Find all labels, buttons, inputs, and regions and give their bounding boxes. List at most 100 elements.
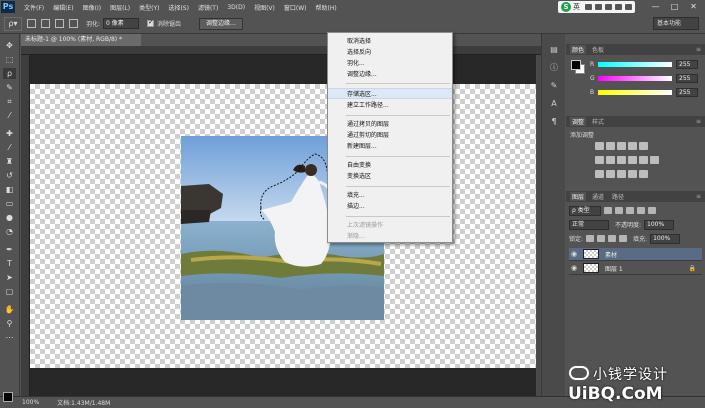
tab-layers[interactable]: 图层 bbox=[570, 192, 587, 201]
opacity-input[interactable]: 100% bbox=[644, 219, 675, 230]
brush-tool-icon[interactable]: ⁄ bbox=[3, 142, 16, 153]
green-value-input[interactable]: 255 bbox=[676, 74, 698, 83]
shape-filter-icon[interactable] bbox=[637, 207, 645, 214]
menu-layer[interactable]: 图层(L) bbox=[110, 3, 130, 12]
sogou-ime-icon[interactable]: S bbox=[561, 2, 571, 12]
more-tools-icon[interactable]: ⋯ bbox=[3, 332, 16, 343]
clone-stamp-tool-icon[interactable]: ♜ bbox=[3, 156, 16, 167]
history-brush-tool-icon[interactable]: ↺ bbox=[3, 170, 16, 181]
layer-row[interactable]: ◉ 图层 1 🔒 bbox=[569, 262, 702, 275]
channel-mixer-icon[interactable] bbox=[639, 156, 648, 164]
tab-channels[interactable]: 通道 bbox=[590, 192, 606, 201]
keyboard-icon[interactable] bbox=[605, 4, 612, 10]
red-value-input[interactable]: 255 bbox=[676, 60, 698, 69]
menu-item-make-work-path[interactable]: 建立工作路径... bbox=[328, 100, 452, 111]
adjustment-filter-icon[interactable] bbox=[615, 207, 623, 214]
blend-mode-select[interactable]: 正常 bbox=[569, 219, 609, 230]
document-size[interactable]: 文档:1.43M/1.48M bbox=[57, 398, 110, 407]
subtract-selection-icon[interactable] bbox=[55, 19, 64, 28]
close-button[interactable]: ✕ bbox=[684, 1, 703, 12]
smart-object-filter-icon[interactable] bbox=[648, 207, 656, 214]
menu-3d[interactable]: 3D(D) bbox=[227, 4, 245, 11]
blue-slider[interactable] bbox=[598, 90, 672, 95]
menu-item-layer-via-copy[interactable]: 通过拷贝的图层 bbox=[328, 119, 452, 130]
lock-transparency-icon[interactable] bbox=[586, 235, 595, 242]
panel-menu-icon[interactable]: ≡ bbox=[696, 193, 701, 200]
gradient-tool-icon[interactable]: ▭ bbox=[3, 198, 16, 209]
ime-language[interactable]: 英 bbox=[573, 2, 580, 12]
lock-pixels-icon[interactable] bbox=[597, 235, 606, 242]
marquee-tool-icon[interactable]: ⬚ bbox=[3, 54, 16, 65]
lock-all-icon[interactable] bbox=[619, 235, 628, 242]
black-white-icon[interactable] bbox=[617, 156, 626, 164]
type-filter-icon[interactable] bbox=[626, 207, 634, 214]
intersect-selection-icon[interactable] bbox=[69, 19, 78, 28]
tab-color[interactable]: 颜色 bbox=[570, 45, 587, 54]
document-tab[interactable]: 未标题-1 @ 100% (素材, RGB/8) * bbox=[21, 34, 141, 46]
crop-tool-icon[interactable]: ⌗ bbox=[3, 96, 16, 107]
menu-select[interactable]: 选择(S) bbox=[168, 3, 189, 12]
menu-item-fill[interactable]: 填充... bbox=[328, 190, 452, 201]
type-tool-icon[interactable]: T bbox=[3, 258, 16, 269]
hue-saturation-icon[interactable] bbox=[595, 156, 604, 164]
menu-item-feather[interactable]: 羽化... bbox=[328, 58, 452, 69]
blue-value-input[interactable]: 255 bbox=[676, 88, 698, 97]
zoom-level[interactable]: 100% bbox=[22, 399, 39, 406]
tab-swatches[interactable]: 色板 bbox=[590, 45, 606, 54]
menu-help[interactable]: 帮助(H) bbox=[316, 3, 337, 12]
brightness-icon[interactable] bbox=[595, 142, 604, 150]
zoom-tool-icon[interactable]: ⚲ bbox=[3, 318, 16, 329]
shape-tool-icon[interactable]: ▢ bbox=[3, 286, 16, 297]
vibrance-icon[interactable] bbox=[639, 142, 648, 150]
menu-item-refine-edge[interactable]: 调整边缘... bbox=[328, 69, 452, 80]
feather-input[interactable]: 0 像素 bbox=[103, 18, 140, 29]
menu-item-layer-via-cut[interactable]: 通过剪切的图层 bbox=[328, 130, 452, 141]
menu-file[interactable]: 文件(F) bbox=[24, 3, 44, 12]
pixel-filter-icon[interactable] bbox=[604, 207, 612, 214]
antialias-checkbox[interactable] bbox=[147, 18, 155, 27]
workspace-select[interactable]: 基本功能 bbox=[653, 17, 699, 30]
character-panel-icon[interactable]: A bbox=[548, 98, 560, 109]
panel-menu-icon[interactable]: ≡ bbox=[696, 46, 701, 53]
menu-item-save-selection[interactable]: 存储选区... bbox=[328, 88, 452, 99]
tab-adjustments[interactable]: 调整 bbox=[570, 117, 587, 126]
menu-type[interactable]: 类型(Y) bbox=[139, 3, 159, 12]
color-panel-foreground-swatch[interactable] bbox=[571, 60, 581, 70]
visibility-eye-icon[interactable]: ◉ bbox=[569, 264, 579, 272]
hand-tool-icon[interactable]: ✋ bbox=[3, 304, 16, 315]
menu-item-free-transform[interactable]: 自由变换 bbox=[328, 160, 452, 171]
move-tool-icon[interactable]: ✥ bbox=[3, 40, 16, 51]
tab-paths[interactable]: 路径 bbox=[610, 192, 626, 201]
menu-item-new-layer[interactable]: 新建图层... bbox=[328, 141, 452, 152]
layer-row[interactable]: ◉ 素材 bbox=[569, 248, 702, 261]
color-lookup-icon[interactable] bbox=[650, 156, 659, 164]
fill-input[interactable]: 100% bbox=[650, 233, 681, 244]
red-slider[interactable] bbox=[598, 62, 672, 67]
minimize-button[interactable]: — bbox=[646, 1, 665, 12]
exposure-icon[interactable] bbox=[628, 142, 637, 150]
blur-tool-icon[interactable]: ● bbox=[3, 212, 16, 223]
eraser-tool-icon[interactable]: ◧ bbox=[3, 184, 16, 195]
menu-image[interactable]: 图像(I) bbox=[83, 3, 101, 12]
path-select-tool-icon[interactable]: ➤ bbox=[3, 272, 16, 283]
green-slider[interactable] bbox=[598, 76, 672, 81]
invert-icon[interactable] bbox=[595, 170, 604, 178]
photo-filter-icon[interactable] bbox=[628, 156, 637, 164]
visibility-eye-icon[interactable]: ◉ bbox=[569, 250, 579, 258]
history-panel-icon[interactable]: ▤ bbox=[548, 44, 560, 55]
eyedropper-tool-icon[interactable]: ⁄ bbox=[3, 110, 16, 121]
curves-icon[interactable] bbox=[617, 142, 626, 150]
threshold-icon[interactable] bbox=[617, 170, 626, 178]
dodge-tool-icon[interactable]: ◔ bbox=[3, 226, 16, 237]
panel-menu-icon[interactable]: ≡ bbox=[696, 118, 701, 125]
menu-view[interactable]: 视图(V) bbox=[254, 3, 275, 12]
quick-select-tool-icon[interactable]: ✎ bbox=[3, 82, 16, 93]
restore-button[interactable]: □ bbox=[665, 1, 684, 12]
menu-window[interactable]: 窗口(W) bbox=[284, 3, 307, 12]
lasso-tool-icon[interactable]: ρ bbox=[3, 68, 16, 79]
menu-edit[interactable]: 编辑(E) bbox=[53, 3, 73, 12]
punctuation-icon[interactable] bbox=[595, 4, 602, 10]
skin-icon[interactable] bbox=[615, 4, 622, 10]
menu-item-deselect[interactable]: 取消选择 bbox=[328, 36, 452, 47]
selective-color-icon[interactable] bbox=[639, 170, 648, 178]
